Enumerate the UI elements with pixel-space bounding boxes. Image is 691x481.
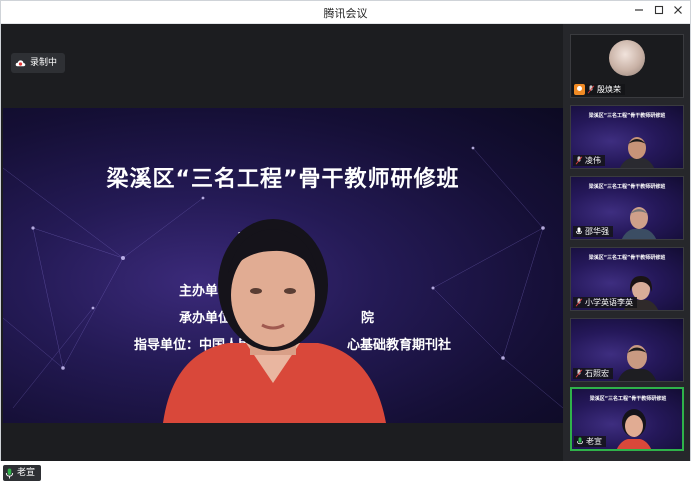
participant-name: 凌伟: [585, 156, 601, 165]
tile-slide-title: 梁溪区“三名工程”骨干教师研修班: [588, 255, 666, 261]
participant-name: 殷焕荣: [597, 85, 621, 94]
main-video-area[interactable]: 录制中 梁溪区“三名工程”骨干教师研修班 开: [1, 24, 563, 481]
mic-muted-icon: [575, 156, 583, 165]
participant-video: [621, 207, 657, 239]
tile-slide-title: 梁溪区“三名工程”骨干教师研修班: [589, 396, 667, 402]
mic-muted-icon: [587, 85, 595, 94]
recording-indicator[interactable]: 录制中: [11, 53, 66, 73]
mic-icon: [576, 227, 582, 235]
participant-tile[interactable]: 梁溪区“三名工程”骨干教师研修班 小学英语李英: [570, 247, 684, 311]
participant-name-tag: 小学英语李英: [573, 297, 637, 308]
participant-tile[interactable]: 梁溪区“三名工程”骨干教师研修班 邵华强: [570, 176, 684, 240]
recording-label: 录制中: [30, 58, 58, 68]
participant-tile[interactable]: 梁溪区“三名工程”骨干教师研修班 凌伟: [570, 105, 684, 169]
tile-slide-title: 梁溪区“三名工程”骨干教师研修班: [588, 184, 666, 190]
close-icon: [674, 6, 682, 14]
speaker-name-tag: 老宣: [3, 465, 42, 481]
speaker-video: [163, 219, 386, 423]
tile-slide-title: 梁溪区“三名工程”骨干教师研修班: [588, 113, 666, 119]
participant-name: 邵华强: [585, 227, 609, 236]
close-button[interactable]: [669, 4, 687, 20]
participant-video: [616, 409, 652, 449]
participant-tile[interactable]: 石照宏: [570, 318, 684, 382]
maximize-button[interactable]: [650, 4, 668, 20]
participant-name-tag: 邵华强: [573, 226, 613, 237]
participant-name-tag: 老宣: [574, 436, 606, 447]
mic-muted-icon: [575, 369, 583, 378]
meeting-window: 腾讯会议 录制中 梁溪区“三名工程”骨干教师研修班 主办单位： 承办单位： 院 …: [0, 0, 691, 481]
participant-name-tag: 石照宏: [573, 368, 613, 379]
participant-name-tag: 凌伟: [573, 155, 605, 166]
minimize-icon: [635, 9, 643, 11]
avatar: [609, 40, 645, 76]
shared-screen: 梁溪区“三名工程”骨干教师研修班 开 主办单位： 承办单位： 院 指导单位：中国…: [3, 108, 563, 423]
window-title: 腾讯会议: [323, 7, 368, 20]
slide-title: 梁溪区“三名工程”骨干教师研修班: [106, 167, 460, 192]
title-bar: 腾讯会议: [1, 1, 690, 24]
participant-sidebar[interactable]: 殷焕荣 梁溪区“三名工程”骨干教师研修班 凌伟 梁溪区“三名工程”骨干教师研修班: [563, 24, 690, 461]
mic-muted-icon: [575, 298, 583, 307]
participant-name: 老宣: [586, 437, 602, 446]
participant-video: [617, 345, 657, 381]
minimize-button[interactable]: [630, 4, 648, 20]
participant-tile-active[interactable]: 梁溪区“三名工程”骨干教师研修班 老宣: [570, 387, 684, 451]
participant-name: 石照宏: [585, 369, 609, 378]
maximize-icon: [654, 5, 664, 15]
mic-icon: [5, 468, 14, 478]
speaker-name: 老宣: [17, 468, 36, 478]
participant-tile[interactable]: 殷焕荣: [570, 34, 684, 98]
host-icon: [574, 84, 585, 95]
participant-name-tag: 殷焕荣: [572, 84, 625, 95]
participant-video: [619, 137, 655, 168]
participant-name: 小学英语李英: [585, 298, 633, 307]
mic-active-icon: [577, 437, 583, 445]
cloud-record-icon: [15, 59, 26, 66]
